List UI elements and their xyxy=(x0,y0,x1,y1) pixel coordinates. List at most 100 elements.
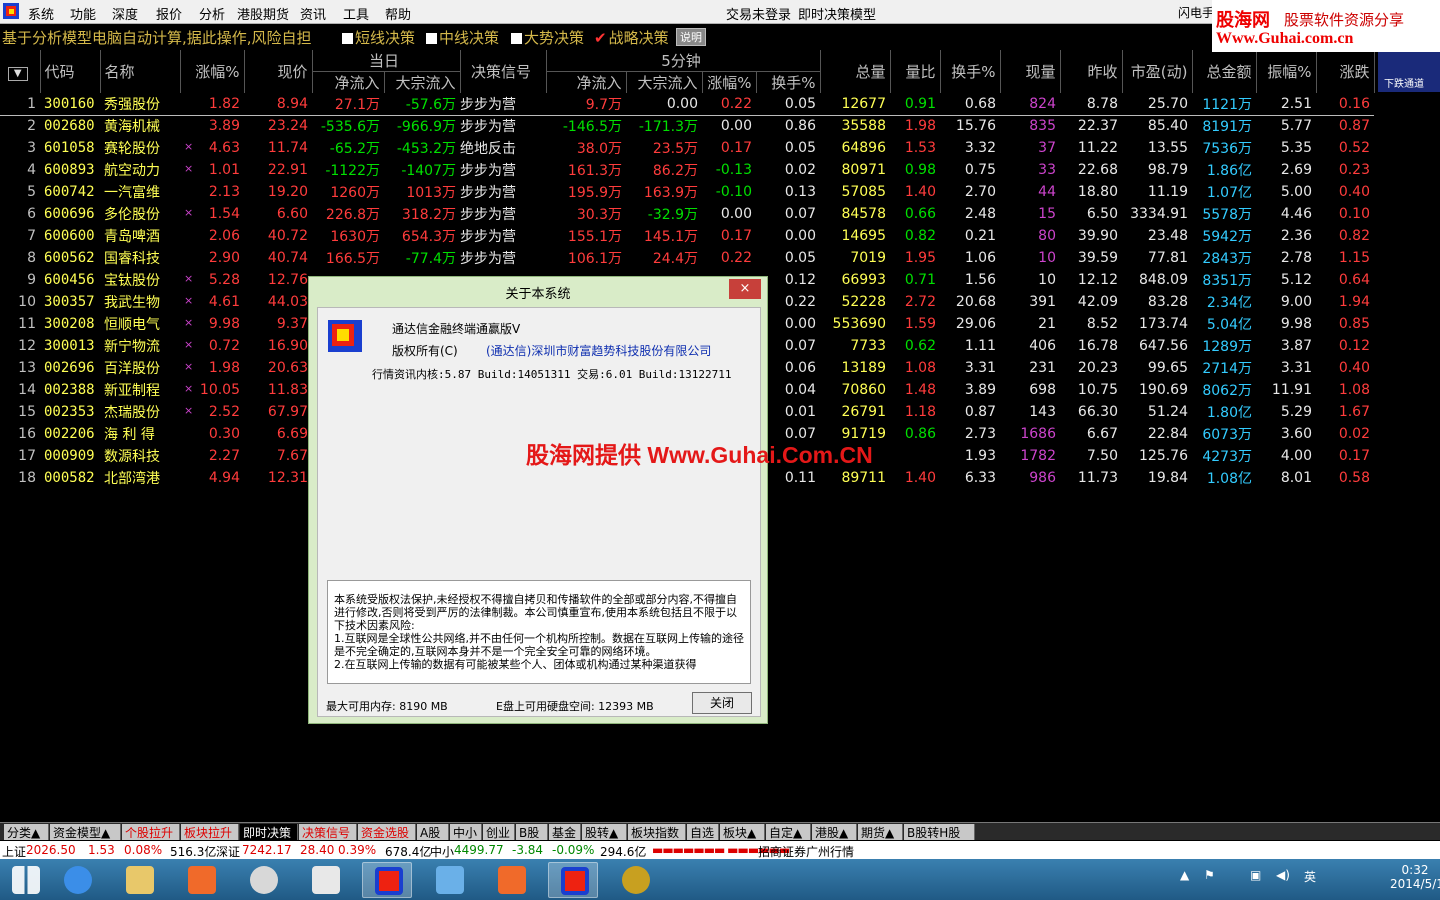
strategy-checkbox[interactable]: ✔ 战略决策 xyxy=(594,27,669,48)
table-row[interactable]: 4 600893 航空动力 × 1.01 22.91 -1122万 -1407万 步步为营 161… xyxy=(0,159,1374,181)
menu-function[interactable]: 功能 xyxy=(70,4,96,23)
bottom-tab[interactable]: 自选 xyxy=(687,824,719,840)
taskbar-player[interactable] xyxy=(424,862,474,898)
menu-tools[interactable]: 工具 xyxy=(343,4,369,23)
header-code[interactable]: 代码 xyxy=(40,50,101,93)
table-row[interactable]: 8 600562 国睿科技 2.90 40.74 166.5万 -77.4万 步步为营 106.… xyxy=(0,247,1374,269)
bottom-tab[interactable]: A股 xyxy=(417,824,449,840)
cell-amt: 2843万 xyxy=(1202,251,1252,267)
bottom-tab[interactable]: 股转▲ xyxy=(582,824,627,840)
menu-depth[interactable]: 深度 xyxy=(112,4,138,23)
table-row[interactable]: 2 002680 黄海机械 3.89 23.24 -535.6万 -966.9万 步步为营 -1… xyxy=(0,115,1374,137)
taskbar-ie[interactable] xyxy=(52,862,102,898)
taskbar-tdx2[interactable] xyxy=(548,862,598,898)
taskbar-app4[interactable] xyxy=(486,862,536,898)
bottom-tab[interactable]: 决策信号 xyxy=(299,824,357,840)
header-vol-ratio[interactable]: 量比 xyxy=(890,50,941,93)
table-row[interactable]: 5 600742 一汽富维 2.13 19.20 1260万 1013万 步步为营 195.9万… xyxy=(0,181,1374,203)
dialog-close-x-button[interactable]: × xyxy=(729,279,761,299)
flag-icon[interactable]: ⚑ xyxy=(1204,868,1215,882)
network-icon[interactable]: ▣ xyxy=(1250,868,1261,882)
cell-up: 0.12 xyxy=(1338,338,1370,354)
cell-amt: 1.86亿 xyxy=(1206,163,1252,179)
bottom-tab[interactable]: 分类▲ xyxy=(4,824,49,840)
cell-pe: 11.19 xyxy=(1147,184,1188,200)
help-button[interactable]: 说明 xyxy=(676,28,706,46)
header-price[interactable]: 现价 xyxy=(244,50,313,93)
taskbar-app5[interactable] xyxy=(610,862,660,898)
cell-vr: 1.95 xyxy=(904,250,936,266)
header-volume[interactable]: 总量 xyxy=(820,50,891,93)
taskbar-app1[interactable] xyxy=(176,862,226,898)
bottom-tab[interactable]: 期货▲ xyxy=(858,824,903,840)
bottom-tab[interactable]: 即时决策 xyxy=(240,824,298,840)
header-current-vol[interactable]: 现量 xyxy=(1000,50,1061,93)
clock[interactable]: 0:32 2014/5/18 xyxy=(1390,863,1440,891)
bottom-tab[interactable]: 资金选股 xyxy=(358,824,416,840)
cell-name: 青岛啤酒 xyxy=(104,229,160,245)
header-amplitude[interactable]: 振幅% xyxy=(1256,50,1317,93)
table-row[interactable]: 3 601058 赛轮股份 × 4.63 11.74 -65.2万 -453.2万 绝地反击 38… xyxy=(0,137,1374,159)
menu-analysis[interactable]: 分析 xyxy=(199,4,225,23)
header-5m-turn[interactable]: 换手% xyxy=(756,71,821,93)
header-5m-block[interactable]: 大宗流入 xyxy=(626,71,703,93)
menu-quote[interactable]: 报价 xyxy=(156,4,182,23)
cell-mblk: -171.3万 xyxy=(638,119,698,136)
menu-system[interactable]: 系统 xyxy=(28,4,54,23)
close-button[interactable]: 关闭 xyxy=(692,692,752,714)
header-prev-close[interactable]: 昨收 xyxy=(1060,50,1123,93)
header-pe[interactable]: 市盈(动) xyxy=(1122,50,1193,93)
tray-arrow-icon[interactable]: ▲ xyxy=(1180,868,1189,882)
header-turnover[interactable]: 换手% xyxy=(940,50,1001,93)
table-row[interactable]: 6 600696 多伦股份 × 1.54 6.60 226.8万 318.2万 步步为营 30.3… xyxy=(0,203,1374,225)
decision-model-label: 即时决策模型 xyxy=(798,8,877,23)
column-menu-button[interactable]: ▼ xyxy=(0,50,41,93)
header-day-block[interactable]: 大宗流入 xyxy=(384,71,461,93)
header-name[interactable]: 名称 xyxy=(100,50,181,93)
bottom-tab[interactable]: B股 xyxy=(516,824,548,840)
header-amount[interactable]: 总金额 xyxy=(1192,50,1257,93)
header-day-net[interactable]: 净流入 xyxy=(312,71,385,93)
start-button[interactable] xyxy=(0,862,50,898)
header-signal[interactable]: 决策信号 xyxy=(460,50,547,93)
flash-trade-label[interactable]: 闪电手 xyxy=(1178,4,1214,21)
brand-url: Www.Guhai.com.cn xyxy=(1216,30,1354,47)
bottom-tab[interactable]: 港股▲ xyxy=(812,824,857,840)
menu-help[interactable]: 帮助 xyxy=(385,4,411,23)
header-5m-chg[interactable]: 涨幅% xyxy=(702,71,757,93)
legal-text[interactable]: 本系统受版权法保护,未经授权不得擅自拷贝和传播软件的全部或部分内容,不得擅自进行… xyxy=(327,580,751,684)
menu-hk-futures[interactable]: 港股期货 xyxy=(237,4,289,23)
bottom-tab[interactable]: 个股拉升 xyxy=(122,824,180,840)
taskbar-app2[interactable] xyxy=(238,862,288,898)
taskbar-tdx1[interactable] xyxy=(362,862,412,898)
dialog-body: 通达信金融终端通赢版V 版权所有(C) (通达信)深圳市财富趋势科技股份有限公司… xyxy=(317,307,761,717)
bottom-tab[interactable]: B股转H股 xyxy=(904,824,975,840)
short-term-checkbox[interactable]: 短线决策 xyxy=(342,27,415,48)
volume-icon[interactable]: ◀) xyxy=(1276,868,1290,882)
bottom-tab[interactable]: 中小 xyxy=(450,824,482,840)
ime-icon[interactable]: 英 xyxy=(1304,868,1316,885)
taskbar-explorer[interactable] xyxy=(114,862,164,898)
bottom-tab[interactable]: 板块▲ xyxy=(720,824,765,840)
trade-login-status[interactable]: 交易未登录 xyxy=(726,4,791,23)
cell-up: 0.40 xyxy=(1338,184,1370,200)
bottom-tab[interactable]: 板块拉升 xyxy=(181,824,239,840)
taskbar-app3[interactable] xyxy=(300,862,350,898)
menu-news[interactable]: 资讯 xyxy=(300,4,326,23)
header-change[interactable]: 涨跌 xyxy=(1316,50,1375,93)
table-row[interactable]: 7 600600 青岛啤酒 2.06 40.72 1630万 654.3万 步步为营 155.1… xyxy=(0,225,1374,247)
bottom-tab[interactable]: 自定▲ xyxy=(766,824,811,840)
market-checkbox[interactable]: 大势决策 xyxy=(511,27,584,48)
header-chg[interactable]: 涨幅% xyxy=(180,50,245,93)
cell-cur: 986 xyxy=(1029,470,1056,486)
mid-term-checkbox[interactable]: 中线决策 xyxy=(426,27,499,48)
cell-up: 0.10 xyxy=(1338,206,1370,222)
bottom-tab[interactable]: 创业 xyxy=(483,824,515,840)
bottom-tab[interactable]: 板块指数 xyxy=(628,824,686,840)
header-5m-net[interactable]: 净流入 xyxy=(546,71,627,93)
bottom-tab[interactable]: 基金 xyxy=(549,824,581,840)
bottom-tab[interactable]: 资金模型▲ xyxy=(50,824,121,840)
table-row[interactable]: 1 300160 秀强股份 1.82 8.94 27.1万 -57.6万 步步为营 9.7万 0.… xyxy=(0,93,1374,116)
cell-cur: 33 xyxy=(1038,162,1056,178)
company-link[interactable]: (通达信)深圳市财富趋势科技股份有限公司 xyxy=(486,342,711,359)
